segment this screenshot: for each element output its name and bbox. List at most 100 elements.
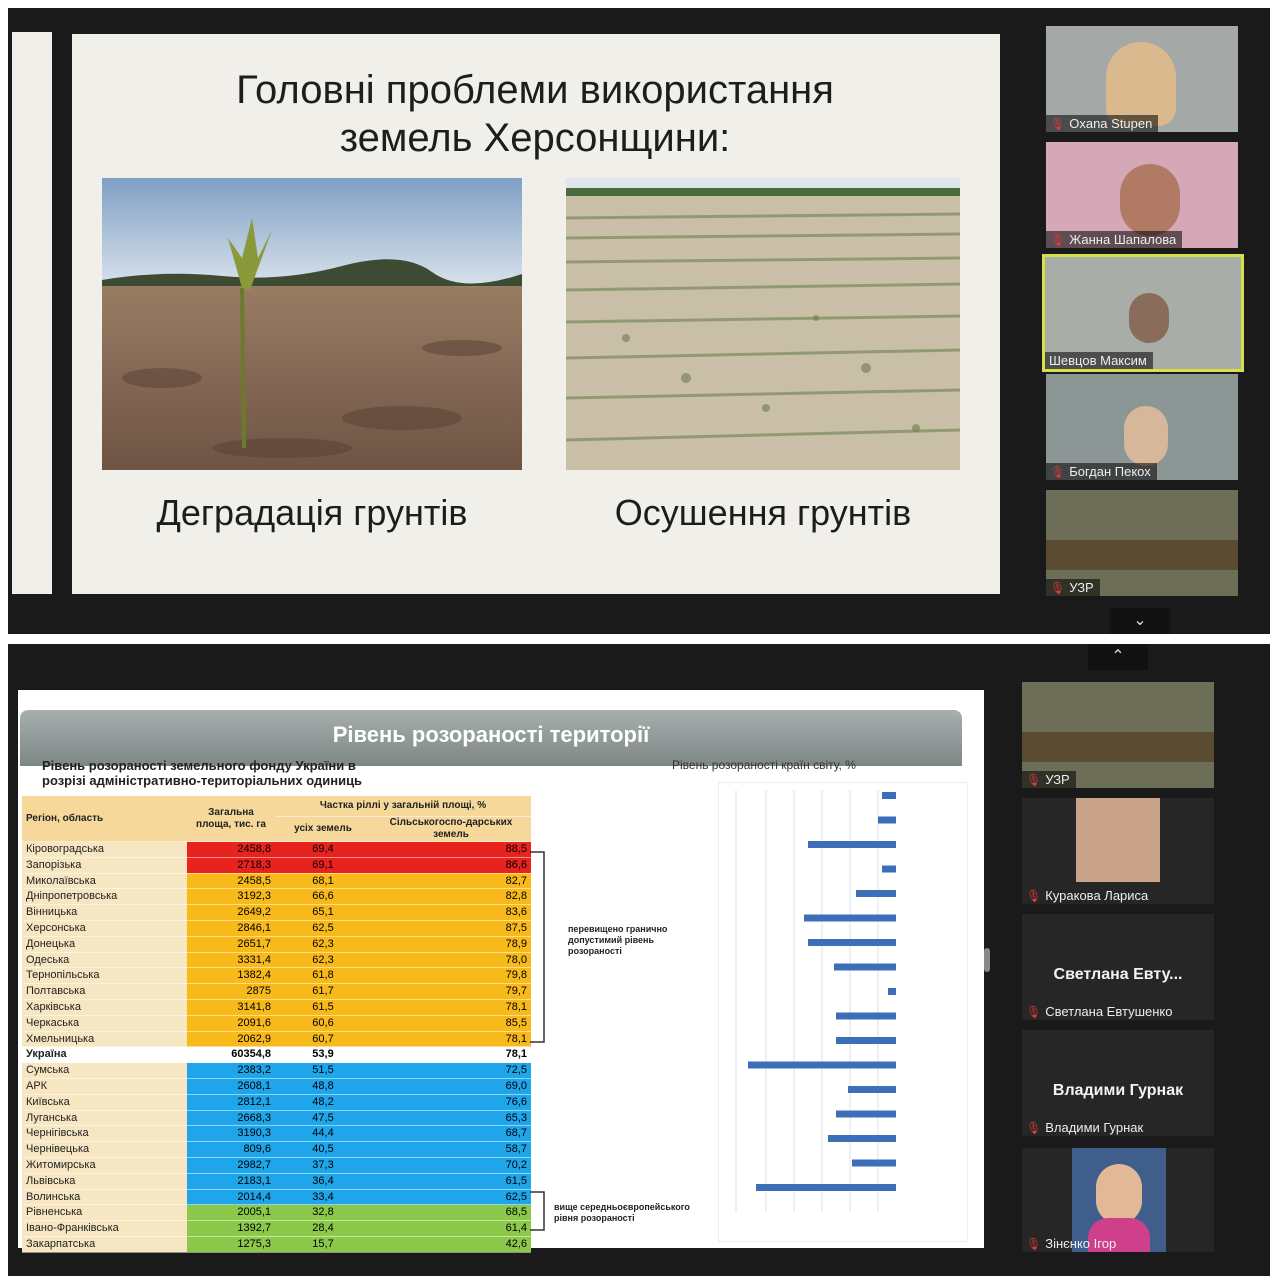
table-cell-all: 44,4 xyxy=(275,1125,371,1143)
table-row: Сумська 2383,2 51,5 72,5 xyxy=(22,1062,531,1079)
table-cell-region: Миколаївська xyxy=(22,873,187,890)
table-cell-agri: 72,5 xyxy=(371,1062,531,1079)
table-cell-all: 66,6 xyxy=(275,888,371,906)
header-total: Загальна площа, тис. га xyxy=(187,796,275,842)
table-cell-all: 40,5 xyxy=(275,1141,371,1158)
chart-bar xyxy=(882,865,896,873)
table-cell-agri: 78,0 xyxy=(371,952,531,969)
chart-bar xyxy=(836,1012,896,1020)
participant-name: 🎙 Oxana Stupen xyxy=(1046,115,1159,132)
table-cell-total: 2718,3 xyxy=(187,857,275,874)
participant-tile[interactable]: 🎙 Oxana Stupen xyxy=(1046,26,1238,132)
participant-name: 🎙 Светлана Евтушенко xyxy=(1026,1004,1173,1019)
table-subtitle-line1: Рівень розораності земельного фонду Укра… xyxy=(42,758,356,773)
participant-tile[interactable]: 🎙 Жанна Шапалова xyxy=(1046,142,1238,248)
table-cell-region: Житомирська xyxy=(22,1157,187,1174)
participant-tile[interactable]: Светлана Евту... 🎙 Светлана Евтушенко xyxy=(1022,914,1214,1020)
slide-title: Головні проблеми використання земель Хер… xyxy=(70,66,1000,162)
table-cell-region: Україна xyxy=(22,1046,187,1064)
participant-name: 🎙 Владими Гурнак xyxy=(1026,1120,1144,1135)
participant-tile[interactable]: 🎙 УЗР xyxy=(1022,682,1214,788)
table-row: Полтавська 2875 61,7 79,7 xyxy=(22,983,531,1000)
table-row: Донецька 2651,7 62,3 78,9 xyxy=(22,936,531,953)
mic-muted-icon: 🎙 xyxy=(1026,773,1042,787)
table-cell-total: 2982,7 xyxy=(187,1157,275,1174)
table-cell-agri: 85,5 xyxy=(371,1015,531,1032)
header-all: усіх земель xyxy=(275,816,371,842)
table-cell-agri: 82,7 xyxy=(371,873,531,890)
chart-bar xyxy=(882,792,896,799)
table-cell-all: 69,1 xyxy=(275,857,371,874)
participant-tile[interactable]: 🎙 Куракова Лариса xyxy=(1022,798,1214,904)
table-cell-total: 2091,6 xyxy=(187,1015,275,1032)
table-cell-region: Волинська xyxy=(22,1189,187,1206)
table-cell-region: Тернопільська xyxy=(22,967,187,985)
table-cell-agri: 82,8 xyxy=(371,888,531,906)
table-row: Дніпропетровська 3192,3 66,6 82,8 xyxy=(22,888,531,906)
table-cell-all: 62,5 xyxy=(275,920,371,937)
participant-name: 🎙 УЗР xyxy=(1022,771,1076,788)
table-subtitle: Рівень розораності земельного фонду Укра… xyxy=(42,758,362,788)
table-cell-total: 2183,1 xyxy=(187,1173,275,1190)
table-cell-region: АРК xyxy=(22,1078,187,1095)
chevron-up-icon[interactable]: ⌃ xyxy=(1088,644,1148,670)
edge-strip xyxy=(1270,660,1280,1260)
table-row: Івано-Франківська 1392,7 28,4 61,4 xyxy=(22,1220,531,1237)
table-row: Львівська 2183,1 36,4 61,5 xyxy=(22,1173,531,1190)
table-cell-all: 68,1 xyxy=(275,873,371,890)
chevron-down-icon[interactable]: ⌄ xyxy=(1110,608,1170,634)
table-cell-agri: 65,3 xyxy=(371,1110,531,1127)
table-cell-total: 1382,4 xyxy=(187,967,275,985)
drying-photo xyxy=(566,178,960,470)
table-cell-total: 2458,8 xyxy=(187,841,275,858)
table-cell-total: 809,6 xyxy=(187,1141,275,1158)
participant-name: 🎙 УЗР xyxy=(1046,579,1100,596)
mic-muted-icon: 🎙 xyxy=(1026,889,1042,903)
table-cell-region: Сумська xyxy=(22,1062,187,1079)
table-cell-region: Дніпропетровська xyxy=(22,888,187,906)
chart-bar xyxy=(808,939,896,946)
table-row: Миколаївська 2458,5 68,1 82,7 xyxy=(22,873,531,890)
table-cell-region: Черкаська xyxy=(22,1015,187,1032)
table-cell-total: 3192,3 xyxy=(187,888,275,906)
table-row: Вінницька 2649,2 65,1 83,6 xyxy=(22,904,531,921)
splitter-handle[interactable] xyxy=(984,948,990,972)
participant-tile[interactable]: 🎙 Зінєнко Ігор xyxy=(1022,1148,1214,1252)
table-cell-all: 48,8 xyxy=(275,1078,371,1095)
table-cell-all: 28,4 xyxy=(275,1220,371,1237)
chart-bar xyxy=(834,963,896,971)
participant-name: 🎙 Богдан Пекох xyxy=(1046,463,1157,480)
table-row: Рівненська 2005,1 32,8 68,5 xyxy=(22,1204,531,1222)
table-cell-agri: 42,6 xyxy=(371,1236,531,1253)
table-cell-agri: 78,1 xyxy=(371,999,531,1016)
table-cell-all: 15,7 xyxy=(275,1236,371,1253)
mic-muted-icon: 🎙 xyxy=(1026,1121,1042,1135)
table-cell-region: Одеська xyxy=(22,952,187,969)
slide-title-line2: земель Херсонщини: xyxy=(339,116,731,160)
table-cell-agri: 62,5 xyxy=(371,1189,531,1206)
participant-tile[interactable]: Владими Гурнак 🎙 Владими Гурнак xyxy=(1022,1030,1214,1136)
table-cell-agri: 68,5 xyxy=(371,1204,531,1222)
table-cell-agri: 78,1 xyxy=(371,1031,531,1048)
participant-tile-active[interactable]: Шевцов Максим xyxy=(1042,254,1244,372)
chart-bar xyxy=(804,914,896,922)
caption-degradation: Деградація грунтів xyxy=(156,492,468,533)
table-cell-total: 2875 xyxy=(187,983,275,1000)
table-cell-total: 3190,3 xyxy=(187,1125,275,1143)
participant-tile[interactable]: 🎙 Богдан Пекох xyxy=(1046,374,1238,480)
chart-title: Рівень розораності країн світу, % xyxy=(672,758,856,772)
avatar xyxy=(1124,406,1168,466)
mic-muted-icon: 🎙 xyxy=(1050,581,1066,595)
chart-bar xyxy=(878,816,896,824)
table-cell-total: 2649,2 xyxy=(187,904,275,921)
participant-tile[interactable]: 🎙 УЗР xyxy=(1046,490,1238,596)
table-cell-agri: 61,5 xyxy=(371,1173,531,1190)
meeting-window-top: Головні проблеми використання земель Хер… xyxy=(8,8,1270,634)
participant-display-name: Светлана Евту... xyxy=(1053,966,1183,983)
table-cell-total: 2014,4 xyxy=(187,1189,275,1206)
table-cell-agri: 88,5 xyxy=(371,841,531,858)
table-row: Волинська 2014,4 33,4 62,5 xyxy=(22,1189,531,1206)
table-row: Хмельницька 2062,9 60,7 78,1 xyxy=(22,1031,531,1048)
table-row: Харківська 3141,8 61,5 78,1 xyxy=(22,999,531,1016)
mic-muted-icon: 🎙 xyxy=(1026,1237,1042,1251)
